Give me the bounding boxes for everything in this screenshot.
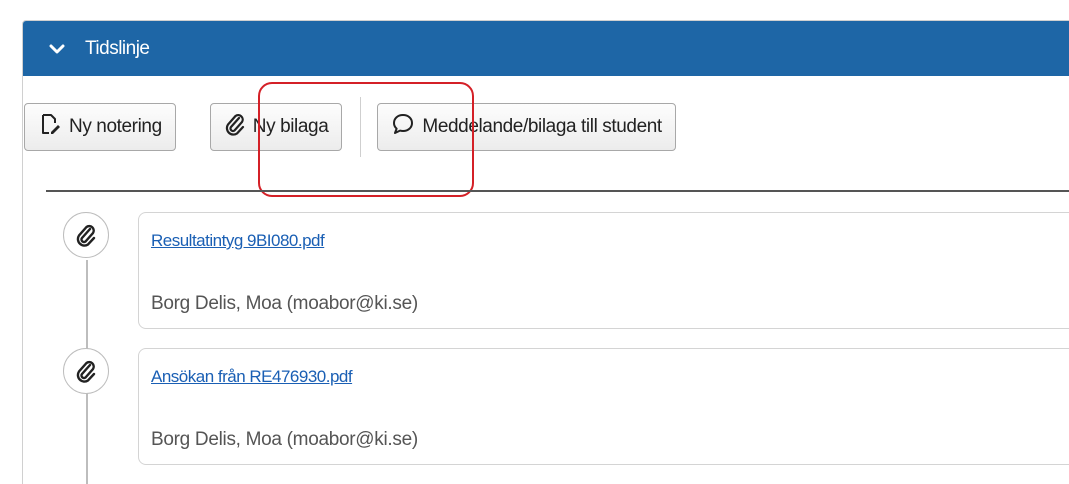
attachment-link[interactable]: Resultatintyg 9BI080.pdf — [151, 231, 325, 251]
message-to-student-button[interactable]: Meddelande/bilaga till student — [377, 103, 676, 151]
panel-header[interactable]: Tidslinje — [23, 21, 1069, 76]
new-attachment-label: Ny bilaga — [252, 116, 329, 137]
toolbar-separator — [360, 97, 362, 157]
timeline-item: Ansökan från RE476930.pdf Borg Delis, Mo… — [138, 348, 1069, 465]
attachment-author: Borg Delis, Moa (moabor@ki.se) — [151, 293, 418, 314]
paperclip-icon — [224, 112, 253, 142]
toolbar-divider — [46, 190, 1069, 192]
chevron-down-icon[interactable] — [48, 40, 65, 57]
panel-title: Tidslinje — [85, 37, 150, 59]
timeline-item: Resultatintyg 9BI080.pdf Borg Delis, Moa… — [138, 212, 1069, 329]
message-to-student-label: Meddelande/bilaga till student — [422, 116, 662, 137]
page: Tidslinje Ny notering Ny bilaga Meddelan… — [0, 0, 1069, 484]
paperclip-icon — [63, 212, 109, 258]
paperclip-icon — [63, 348, 109, 394]
new-attachment-button[interactable]: Ny bilaga — [209, 103, 343, 151]
attachment-link[interactable]: Ansökan från RE476930.pdf — [151, 367, 353, 387]
speech-bubble-icon — [391, 112, 422, 142]
new-note-button[interactable]: Ny notering — [24, 103, 176, 151]
attachment-author: Borg Delis, Moa (moabor@ki.se) — [151, 429, 418, 450]
new-note-label: Ny notering — [69, 116, 162, 137]
toolbar: Ny notering Ny bilaga Meddelande/bilaga … — [24, 97, 676, 157]
edit-note-icon — [38, 112, 69, 142]
